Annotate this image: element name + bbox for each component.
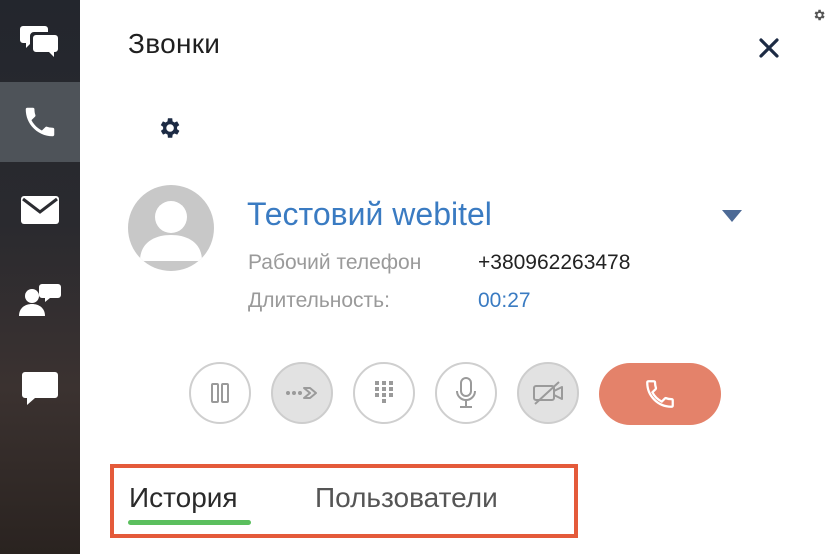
sidebar-rail — [0, 0, 80, 554]
close-icon[interactable] — [757, 36, 781, 60]
chats-icon — [20, 26, 58, 57]
rail-item-messages[interactable] — [0, 348, 80, 428]
tab-users[interactable]: Пользователи — [315, 482, 498, 514]
rail-item-mail[interactable] — [0, 170, 80, 250]
pause-icon — [211, 383, 229, 403]
user-silhouette-icon — [140, 201, 202, 261]
gear-icon[interactable] — [156, 115, 182, 141]
transfer-icon — [286, 387, 317, 399]
hangup-icon — [646, 380, 674, 408]
rail-item-calls[interactable] — [0, 82, 80, 162]
tab-history[interactable]: История — [129, 482, 238, 514]
keypad-button[interactable] — [353, 362, 415, 424]
mail-icon — [21, 196, 59, 224]
phone-icon — [25, 107, 55, 137]
rail-item-chats[interactable] — [0, 0, 80, 80]
rail-item-contacts[interactable] — [0, 260, 80, 340]
mute-button[interactable] — [435, 362, 497, 424]
hold-button[interactable] — [189, 362, 251, 424]
active-tab-indicator — [128, 520, 251, 525]
settings-icon[interactable] — [812, 8, 826, 22]
contact-chat-icon — [19, 284, 61, 316]
phone-label: Рабочий телефон — [248, 251, 422, 274]
duration-label: Длительность: — [248, 289, 390, 312]
call-duration: 00:27 — [478, 289, 531, 312]
video-button[interactable] — [517, 362, 579, 424]
transfer-button[interactable] — [271, 362, 333, 424]
chevron-down-icon[interactable] — [721, 209, 743, 223]
caller-name[interactable]: Тестовий webitel — [247, 196, 492, 233]
avatar — [128, 185, 214, 271]
message-icon — [22, 372, 58, 405]
keypad-icon — [375, 381, 393, 403]
panel-title: Звонки — [128, 28, 221, 59]
hangup-button[interactable] — [599, 363, 721, 425]
phone-number: +380962263478 — [478, 251, 631, 274]
video-off-icon — [533, 381, 563, 405]
microphone-icon — [456, 377, 476, 408]
